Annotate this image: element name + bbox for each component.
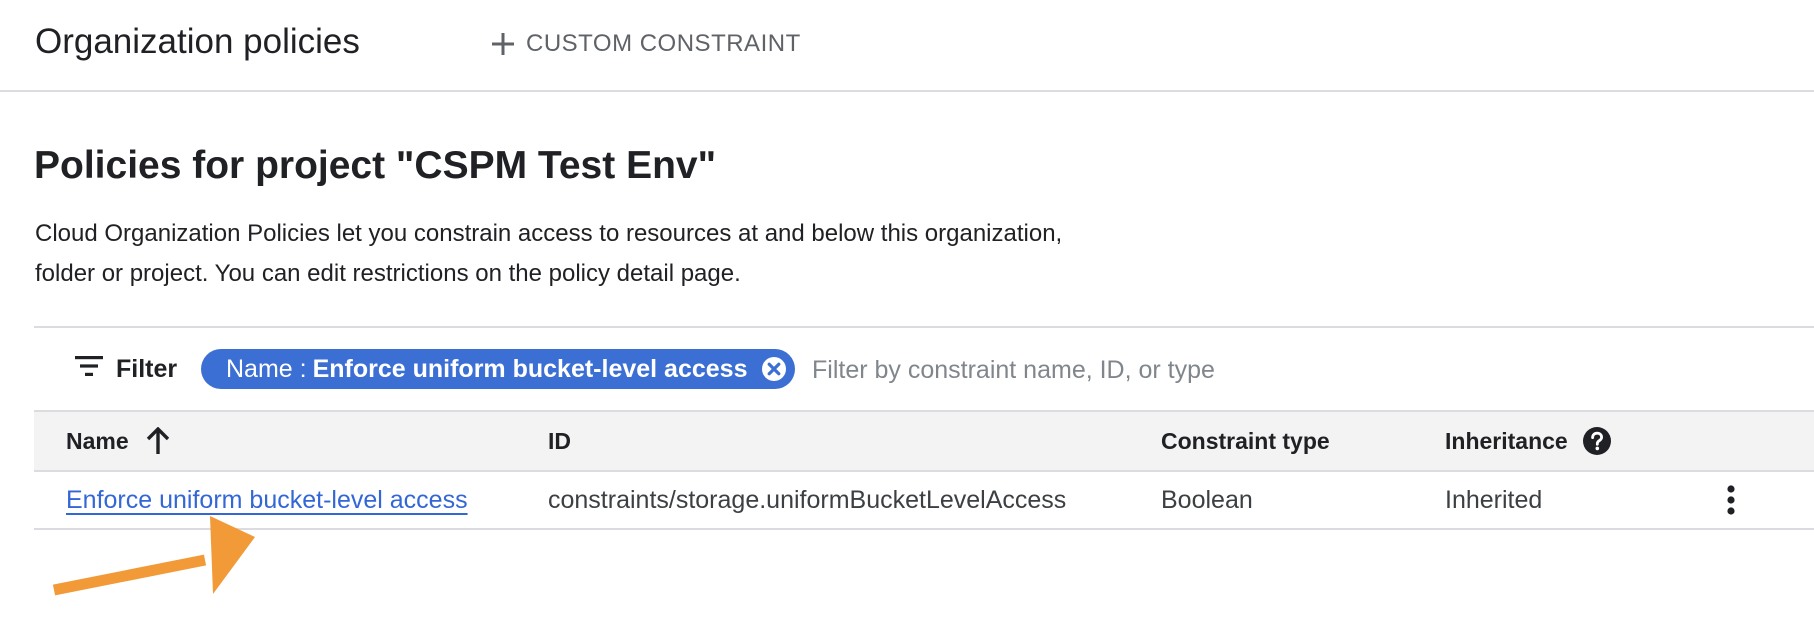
custom-constraint-label: CUSTOM CONSTRAINT xyxy=(526,30,801,57)
filter-label: Filter xyxy=(116,354,178,383)
arrow-up-icon xyxy=(145,427,171,455)
help-circle-icon[interactable] xyxy=(1582,426,1612,456)
filter-input[interactable] xyxy=(810,346,1794,394)
page-description: Cloud Organization Policies let you cons… xyxy=(35,220,1063,287)
arrow-annotation xyxy=(50,514,270,605)
constraint-type-cell: Boolean xyxy=(1161,485,1253,514)
project-policies-heading: Policies for project "CSPM Test Env" xyxy=(34,144,717,187)
page-title: Organization policies xyxy=(35,22,360,61)
custom-constraint-button[interactable]: CUSTOM CONSTRAINT xyxy=(490,24,801,64)
table-header: Name ID Constraint type Inheritance xyxy=(34,410,1814,472)
active-filter-chip[interactable]: Name : Enforce uniform bucket-level acce… xyxy=(201,349,796,389)
filter-button[interactable]: Filter xyxy=(74,350,177,388)
column-header-id: ID xyxy=(548,427,571,454)
chip-key: Name : xyxy=(226,354,307,383)
top-bar: Organization policies CUSTOM CONSTRAINT xyxy=(0,0,1814,92)
chip-value: Enforce uniform bucket-level access xyxy=(312,354,748,383)
cancel-circle-icon[interactable] xyxy=(759,354,789,384)
policy-id-cell: constraints/storage.uniformBucketLevelAc… xyxy=(548,485,1067,514)
inheritance-cell: Inherited xyxy=(1445,485,1543,514)
filter-bar: Filter Name : Enforce uniform bucket-lev… xyxy=(34,326,1814,410)
table-row: Enforce uniform bucket-level access cons… xyxy=(34,472,1814,530)
filter-list-icon xyxy=(74,355,104,384)
column-header-inheritance: Inheritance xyxy=(1445,412,1612,470)
column-header-name[interactable]: Name xyxy=(66,412,171,470)
column-header-constraint-type: Constraint type xyxy=(1161,427,1330,454)
column-header-name-label: Name xyxy=(66,427,129,454)
plus-icon xyxy=(490,31,516,57)
more-vert-icon[interactable] xyxy=(1716,472,1746,528)
policies-table: Filter Name : Enforce uniform bucket-lev… xyxy=(34,326,1814,530)
column-header-inheritance-label: Inheritance xyxy=(1445,427,1568,454)
policy-name-link[interactable]: Enforce uniform bucket-level access xyxy=(66,486,468,515)
